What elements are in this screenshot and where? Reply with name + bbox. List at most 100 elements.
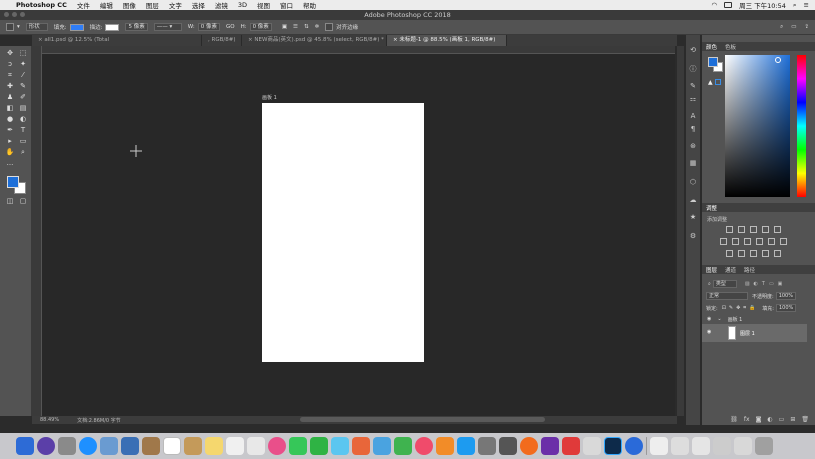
zoom-tool-icon[interactable]: ⌕ xyxy=(17,147,29,157)
pen-tool-icon[interactable]: ✒ xyxy=(4,125,16,135)
color-field[interactable] xyxy=(725,55,790,197)
tab-channels[interactable]: 通道 xyxy=(725,266,736,274)
menu-view[interactable]: 视图 xyxy=(257,0,270,10)
trash-icon[interactable]: 🗑 xyxy=(801,416,809,423)
artboard-label[interactable]: 画板 1 xyxy=(262,94,277,101)
align-edges-checkbox[interactable] xyxy=(325,23,334,31)
document-icon[interactable] xyxy=(692,437,710,455)
history-icon[interactable]: ⟲ xyxy=(688,45,698,55)
path-selection-tool-icon[interactable]: ▸ xyxy=(4,136,16,146)
document-icon[interactable] xyxy=(734,437,752,455)
threshold-icon[interactable] xyxy=(750,250,757,257)
character-icon[interactable]: A xyxy=(688,111,698,121)
tab-untitled-1[interactable]: × 未标题-1 @ 88.5% (画板 1, RGB/8#) xyxy=(387,35,507,46)
cloud-icon[interactable]: ☁ xyxy=(688,195,698,205)
type-tool-icon[interactable]: T xyxy=(17,125,29,135)
lasso-tool-icon[interactable]: ↄ xyxy=(4,59,16,69)
shapes-icon[interactable]: ⬡ xyxy=(688,177,698,187)
music-icon[interactable] xyxy=(415,437,433,455)
siri-icon[interactable] xyxy=(37,437,55,455)
group-icon[interactable]: ▭ xyxy=(779,416,785,423)
web-safe-icon[interactable] xyxy=(715,79,721,85)
blur-tool-icon[interactable]: ● xyxy=(4,114,16,124)
move-tool-icon[interactable]: ✥ xyxy=(4,48,16,58)
healing-brush-tool-icon[interactable]: ✚ xyxy=(4,81,16,91)
selective-color-icon[interactable] xyxy=(762,250,769,257)
stamp-tool-icon[interactable]: ♟ xyxy=(4,92,16,102)
eraser-tool-icon[interactable]: ◧ xyxy=(4,103,16,113)
color-picker-handle[interactable] xyxy=(775,57,781,63)
launchpad-icon[interactable] xyxy=(58,437,76,455)
vibrance-icon[interactable] xyxy=(774,226,781,233)
app-menu[interactable]: Photoshop CC xyxy=(16,1,67,9)
tab-swatches[interactable]: 色板 xyxy=(725,43,736,51)
eye-icon[interactable]: ◉ xyxy=(707,316,711,322)
rectangle-tool-icon[interactable]: ▭ xyxy=(17,136,29,146)
app-icon[interactable] xyxy=(583,437,601,455)
posterize-icon[interactable] xyxy=(738,250,745,257)
menu-type[interactable]: 文字 xyxy=(169,0,182,10)
document-icon[interactable] xyxy=(713,437,731,455)
numbers-icon[interactable] xyxy=(394,437,412,455)
rp-app-icon[interactable] xyxy=(541,437,559,455)
menu-3d[interactable]: 3D xyxy=(238,1,247,9)
finder-icon[interactable] xyxy=(16,437,34,455)
channel-mixer-icon[interactable] xyxy=(768,238,775,245)
foreground-color-swatch[interactable] xyxy=(7,176,19,188)
search-icon[interactable]: ⌕ xyxy=(780,24,783,31)
menu-layer[interactable]: 图层 xyxy=(146,0,159,10)
search-icon[interactable]: ⌕ xyxy=(708,281,711,287)
notebook-icon[interactable] xyxy=(184,437,202,455)
artboard[interactable] xyxy=(262,103,424,362)
maps-icon[interactable] xyxy=(331,437,349,455)
artboard-layer-row[interactable]: ◉ ⌄ 画板 1 xyxy=(702,314,815,324)
photo-filter-icon[interactable] xyxy=(756,238,763,245)
artboard-layer-name[interactable]: 画板 1 xyxy=(728,316,743,323)
gear-icon[interactable]: ✲ xyxy=(315,24,320,30)
tab-all1[interactable]: × all1.psd @ 12.5% (Total xyxy=(32,35,202,46)
magic-wand-tool-icon[interactable]: ✦ xyxy=(17,59,29,69)
brushes-icon[interactable]: ✎ xyxy=(688,81,698,91)
eyedropper-tool-icon[interactable]: ⁄ xyxy=(17,70,29,80)
filter-icons[interactable]: ▨◐T▭▣ xyxy=(745,281,787,287)
messages-icon[interactable] xyxy=(289,437,307,455)
app-store-icon[interactable] xyxy=(457,437,475,455)
libraries-icon[interactable]: ▦ xyxy=(688,158,698,168)
chevron-down-icon[interactable]: ⌄ xyxy=(717,316,721,322)
adjustments-title[interactable]: 调整 xyxy=(706,204,717,212)
mail-icon[interactable] xyxy=(100,437,118,455)
marquee-tool-icon[interactable]: ⬚ xyxy=(17,48,29,58)
gradient-tool-icon[interactable]: ▤ xyxy=(17,103,29,113)
menu-file[interactable]: 文件 xyxy=(77,0,90,10)
eye-icon[interactable]: ◉ xyxy=(707,329,711,335)
quicktime-icon[interactable] xyxy=(625,437,643,455)
menu-select[interactable]: 选择 xyxy=(192,0,205,10)
height-field[interactable]: 0 像素 xyxy=(249,23,272,31)
reminders-icon[interactable] xyxy=(226,437,244,455)
contacts-icon[interactable] xyxy=(121,437,139,455)
fx-icon[interactable]: fx xyxy=(744,416,750,423)
wifi-icon[interactable]: ◠ xyxy=(711,1,717,9)
document-icon[interactable] xyxy=(671,437,689,455)
stroke-type-select[interactable]: —— ▾ xyxy=(153,23,182,31)
safari-icon[interactable] xyxy=(79,437,97,455)
tab-color[interactable]: 颜色 xyxy=(706,43,717,51)
activity-icon[interactable] xyxy=(499,437,517,455)
path-operations-icon[interactable]: ▣ xyxy=(282,24,287,30)
preview-icon[interactable] xyxy=(247,437,265,455)
screen-mode-icon[interactable]: ▢ xyxy=(17,196,29,206)
paragraph-icon[interactable]: ¶ xyxy=(688,124,698,134)
path-alignment-icon[interactable]: ☰ xyxy=(293,24,298,30)
color-balance-icon[interactable] xyxy=(732,238,739,245)
layer-thumbnail[interactable] xyxy=(728,326,736,340)
opacity-field[interactable]: 100% xyxy=(775,292,796,300)
horizontal-ruler[interactable] xyxy=(42,46,675,54)
levels-icon[interactable] xyxy=(738,226,745,233)
link-dimensions-button[interactable]: GO xyxy=(226,24,235,30)
menu-image[interactable]: 图像 xyxy=(123,0,136,10)
adjustment-layer-icon[interactable]: ◐ xyxy=(767,416,772,423)
stickies-icon[interactable] xyxy=(205,437,223,455)
color-lookup-icon[interactable] xyxy=(780,238,787,245)
crop-tool-icon[interactable]: ⌗ xyxy=(4,70,16,80)
stroke-swatch[interactable] xyxy=(105,23,120,31)
